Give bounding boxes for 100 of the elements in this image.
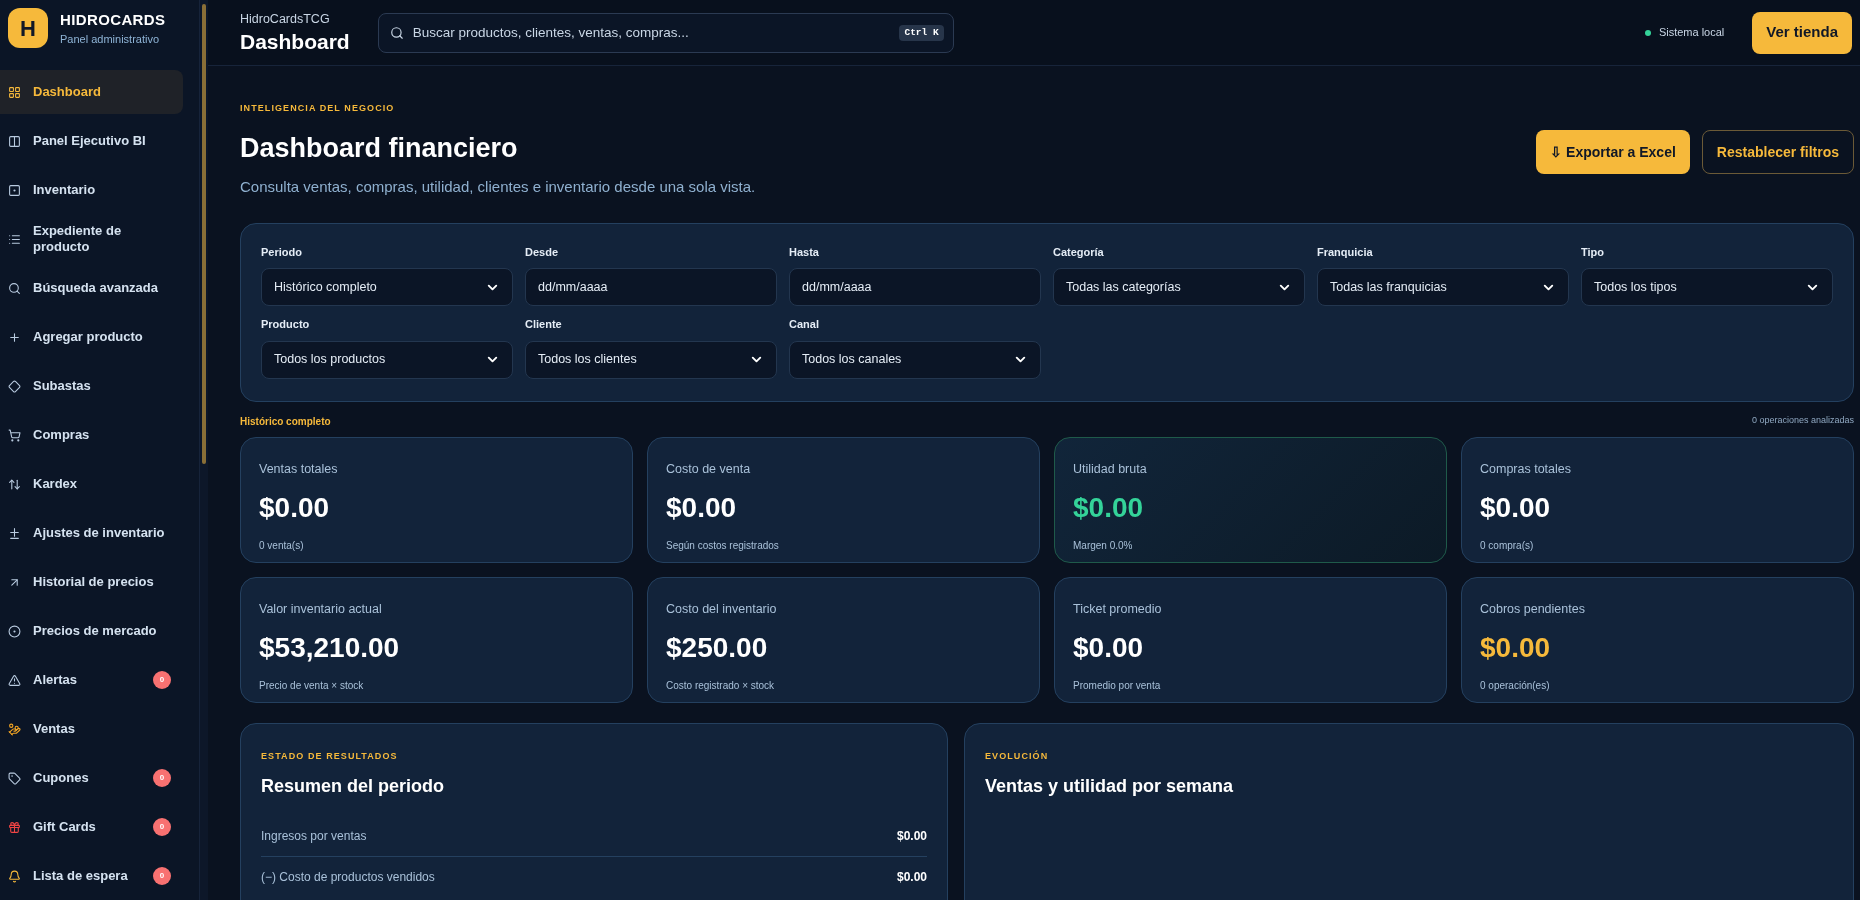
row-value: $0.00 [896,828,927,845]
kpi-label: Costo de venta [666,460,752,478]
filter-label: Desde [525,244,560,260]
kpi-value: $0.00 [1073,494,1145,523]
filter-label: Categoría [1053,244,1105,260]
date-field[interactable]: dd/mm/aaaa [789,268,1041,306]
filter-label: Periodo [261,244,303,260]
circle-dot-icon [8,624,21,638]
row-label: Ingresos por ventas [261,828,367,845]
breadcrumb: HidroCardsTCG [240,11,331,28]
sidebar-item[interactable]: Historial de precios [0,560,183,604]
dropdown[interactable]: Todos los clientes [525,340,777,379]
kpi-value: $0.00 [259,494,331,523]
view-store-button[interactable]: Ver tienda [1752,11,1852,54]
reset-filters-button[interactable]: Restablecer filtros [1701,130,1854,174]
tag-icon [8,771,21,785]
kpi-label: Compras totales [1480,460,1572,478]
kpi-value: $0.00 [1480,634,1552,663]
up-down-arrow-icon [8,477,21,491]
kpi-note: Costo registrado × stock [666,679,776,694]
dropdown[interactable]: Histórico completo [261,268,513,306]
notification-badge: 0 [153,818,171,836]
period-label: Histórico completo [240,414,331,429]
export-button[interactable]: ⇩ Exportar a Excel [1536,130,1690,174]
kpi-note: Precio de venta × stock [259,679,365,694]
sidebar-item[interactable]: Inventario [0,168,183,212]
notification-badge: 0 [153,867,171,885]
kpi-label: Utilidad bruta [1073,460,1148,478]
notification-badge: 0 [153,671,171,689]
filter-label: Hasta [789,244,820,260]
sidebar-item[interactable]: Lista de espera 0 [0,854,183,898]
notification-badge: 0 [153,769,171,787]
bell-icon [8,869,21,883]
kpi-value: $250.00 [666,634,769,663]
kpi-note: Promedio por venta [1073,679,1162,694]
section-eyebrow: INTELIGENCIA DEL NEGOCIO [240,102,396,115]
filter-label: Cliente [525,317,563,332]
sidebar-item[interactable]: Expediente de producto [0,217,183,261]
status-text: Sistema local [1658,25,1725,41]
section-eyebrow: EVOLUCIÓN [985,749,1050,763]
page-description: Consulta ventas, compras, utilidad, clientes e inventario desde una sola vista. [240,177,756,197]
card-title: Ventas y utilidad por semana [985,775,1235,798]
kpi-label: Cobros pendientes [1480,600,1586,618]
kpi-note: Según costos registrados [666,539,780,554]
row-value: $0.00 [896,868,927,886]
dropdown[interactable]: Todos los canales [789,340,1041,379]
diamond-icon [8,379,21,393]
search-icon [8,281,21,295]
sidebar-item[interactable]: Ventas [0,707,183,751]
filter-label: Producto [261,317,311,332]
sidebar-item[interactable]: Búsqueda avanzada [0,266,183,310]
cart-icon [8,428,21,442]
sidebar-item[interactable]: Subastas [0,364,183,408]
section-eyebrow: ESTADO DE RESULTADOS [261,749,399,763]
kpi-note: 0 compra(s) [1480,539,1535,554]
kpi-value: $53,210.00 [259,634,401,663]
kpi-value: $0.00 [666,494,738,523]
sidebar-item[interactable]: Alertas 0 [0,658,183,702]
gift-icon [8,820,21,834]
square-icon [8,183,21,197]
sidebar-item[interactable]: Ajustes de inventario [0,511,183,555]
filter-label: Canal [789,317,820,332]
kpi-label: Valor inventario actual [259,600,383,618]
date-field[interactable]: dd/mm/aaaa [525,268,777,306]
kpi-note: 0 venta(s) [259,539,305,554]
sidebar-item[interactable]: Precios de mercado [0,609,183,653]
dropdown[interactable]: Todas las categorías [1053,268,1305,306]
kpi-label: Costo del inventario [666,600,778,618]
filter-label: Franquicia [1317,244,1374,260]
kpi-label: Ticket promedio [1073,600,1163,618]
dropdown[interactable]: Todas las franquicias [1317,268,1569,306]
kpi-value: $0.00 [1073,634,1145,663]
warning-icon [8,673,21,687]
brand-name: HIDROCARDS [60,9,166,30]
row-label: (−) Costo de productos vendidos [261,868,435,886]
kpi-note: Margen 0.0% [1073,539,1134,554]
heading: Dashboard financiero [240,131,519,165]
list-icon [8,232,21,246]
logo: H [8,8,48,48]
plus-minus-icon [8,526,21,540]
sidebar-item[interactable]: Kardex [0,462,183,506]
brand-subtitle: Panel administrativo [60,32,161,47]
search-icon [389,25,404,40]
dropdown[interactable]: Todos los tipos [1581,268,1833,306]
sidebar-item[interactable]: Dashboard [0,70,183,114]
operations-count: 0 operaciones analizadas [1751,414,1854,428]
filter-label: Tipo [1581,244,1605,260]
kpi-value: $0.00 [1480,494,1552,523]
sidebar-item[interactable]: Agregar producto [0,315,183,359]
sidebar-item[interactable]: Compras [0,413,183,457]
kpi-label: Ventas totales [259,460,339,478]
kpi-note: 0 operación(es) [1480,679,1551,694]
card-title: Resumen del periodo [261,775,446,798]
sidebar-item[interactable]: Gift Cards 0 [0,805,183,849]
sidebar-item[interactable]: Panel Ejecutivo BI [0,119,183,163]
page-title: Dashboard [240,28,350,55]
scrollbar-thumb[interactable] [202,4,206,464]
columns-icon [8,134,21,148]
dropdown[interactable]: Todos los productos [261,340,513,379]
sidebar-item[interactable]: Cupones 0 [0,756,183,800]
